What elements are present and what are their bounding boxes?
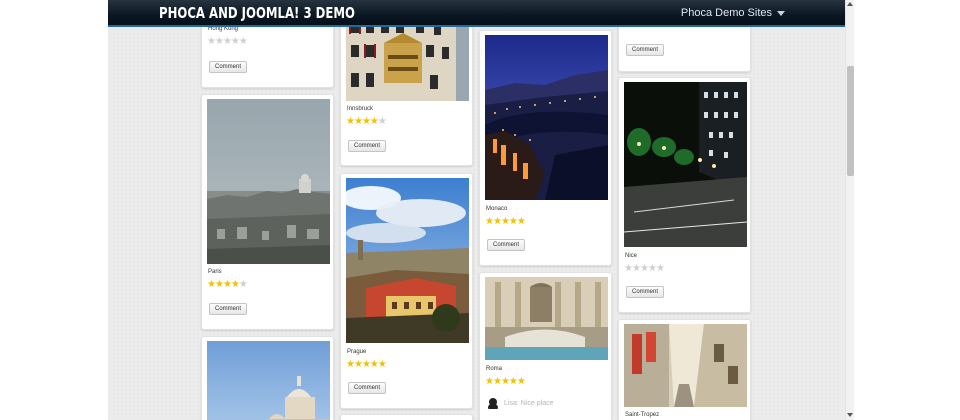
comment-button[interactable]: Comment [348,382,387,394]
star-empty-icon[interactable]: ★ [648,263,657,274]
star-filled-icon[interactable]: ★ [501,216,510,227]
page-viewport: Phoca and Joomla! 3 Demo Phoca Demo Site… [108,0,845,420]
comment-button[interactable]: Comment [626,286,665,298]
star-filled-icon[interactable]: ★ [370,116,379,127]
gallery-card-monaco: Monaco ★★★★★ Comment [479,30,612,266]
photo-caption: Prague [347,349,367,355]
rating-stars[interactable]: ★★★★★ [207,279,248,290]
star-filled-icon[interactable]: ★ [223,279,232,290]
star-filled-icon[interactable]: ★ [509,376,518,387]
photo-venice[interactable] [207,341,330,420]
gallery-card-nice: Nice ★★★★★ Comment [618,77,751,313]
comment-user: Lisa: [504,399,519,407]
star-empty-icon[interactable]: ★ [378,116,387,127]
star-empty-icon[interactable]: ★ [624,263,633,274]
comment-button[interactable]: Comment [209,61,248,73]
star-filled-icon[interactable]: ★ [378,359,387,370]
star-filled-icon[interactable]: ★ [354,359,363,370]
star-filled-icon[interactable]: ★ [509,216,518,227]
photo-caption: Monaco [486,206,508,212]
gallery-card-saint-tropez: Saint-Tropez [618,319,751,420]
photo-prague[interactable] [346,178,469,343]
rating-stars[interactable]: ★★★★★ [485,216,526,227]
photo-paris[interactable] [207,99,330,264]
star-filled-icon[interactable]: ★ [517,376,526,387]
comment-button[interactable]: Comment [209,303,248,315]
rating-stars[interactable]: ★★★★★ [485,376,526,387]
star-filled-icon[interactable]: ★ [207,279,216,290]
star-empty-icon[interactable]: ★ [632,263,641,274]
star-empty-icon[interactable]: ★ [223,36,232,47]
star-filled-icon[interactable]: ★ [362,359,371,370]
comment-button[interactable]: Comment [626,44,665,56]
star-empty-icon[interactable]: ★ [239,36,248,47]
star-filled-icon[interactable]: ★ [485,376,494,387]
photo-caption: Innsbruck [347,106,374,112]
comment-text: Nice place [520,399,554,407]
star-filled-icon[interactable]: ★ [485,216,494,227]
star-empty-icon[interactable]: ★ [231,36,240,47]
photo-caption: Saint-Tropez [625,412,660,418]
gallery-card-venice [201,336,334,420]
star-empty-icon[interactable]: ★ [215,36,224,47]
scroll-down-arrow-icon[interactable] [847,413,853,417]
avatar [487,397,499,409]
user-comment: Lisa: Nice place [487,397,553,409]
star-filled-icon[interactable]: ★ [231,279,240,290]
rating-stars[interactable]: ★★★★★ [346,116,387,127]
rating-stars[interactable]: ★★★★★ [346,359,387,370]
scroll-up-arrow-icon[interactable] [847,2,853,6]
star-filled-icon[interactable]: ★ [493,376,502,387]
star-filled-icon[interactable]: ★ [517,216,526,227]
photo-innsbruck[interactable] [346,15,469,101]
demo-sites-menu[interactable]: Phoca Demo Sites [681,7,785,19]
star-empty-icon[interactable]: ★ [656,263,665,274]
page-scrollbar[interactable] [845,0,854,420]
rating-stars[interactable]: ★★★★★ [624,263,665,274]
photo-nice[interactable] [624,82,747,247]
chevron-down-icon [777,10,785,16]
gallery-card-prague: Prague ★★★★★ Comment [340,173,473,409]
star-filled-icon[interactable]: ★ [362,116,371,127]
star-filled-icon[interactable]: ★ [493,216,502,227]
star-empty-icon[interactable]: ★ [640,263,649,274]
comment-button[interactable]: Comment [487,239,526,251]
star-empty-icon[interactable]: ★ [239,279,248,290]
star-empty-icon[interactable]: ★ [207,36,216,47]
photo-caption: Paris [208,269,222,275]
gallery-card-paris: Paris ★★★★★ Comment [201,94,334,330]
star-filled-icon[interactable]: ★ [501,376,510,387]
star-filled-icon[interactable]: ★ [354,116,363,127]
photo-monaco[interactable] [485,35,608,200]
photo-caption: Nice [625,253,638,259]
star-filled-icon[interactable]: ★ [215,279,224,290]
photo-caption: Roma [486,366,503,372]
gallery-card-partial [340,414,473,420]
rating-stars[interactable]: ★★★★★ [207,36,248,47]
comment-button[interactable]: Comment [348,140,387,152]
site-title[interactable]: Phoca and Joomla! 3 Demo [159,4,355,22]
photo-saint-tropez[interactable] [624,324,747,407]
star-filled-icon[interactable]: ★ [346,359,355,370]
top-navbar: Phoca and Joomla! 3 Demo Phoca Demo Site… [108,0,845,27]
photo-roma[interactable] [485,277,608,360]
star-filled-icon[interactable]: ★ [346,116,355,127]
demo-sites-menu-label: Phoca Demo Sites [680,7,772,19]
gallery-card-innsbruck: Innsbruck ★★★★★ Comment [340,14,473,166]
star-filled-icon[interactable]: ★ [370,359,379,370]
scrollbar-thumb[interactable] [847,66,854,176]
gallery-card-roma: Roma ★★★★★ Lisa: Nice place [479,272,612,420]
